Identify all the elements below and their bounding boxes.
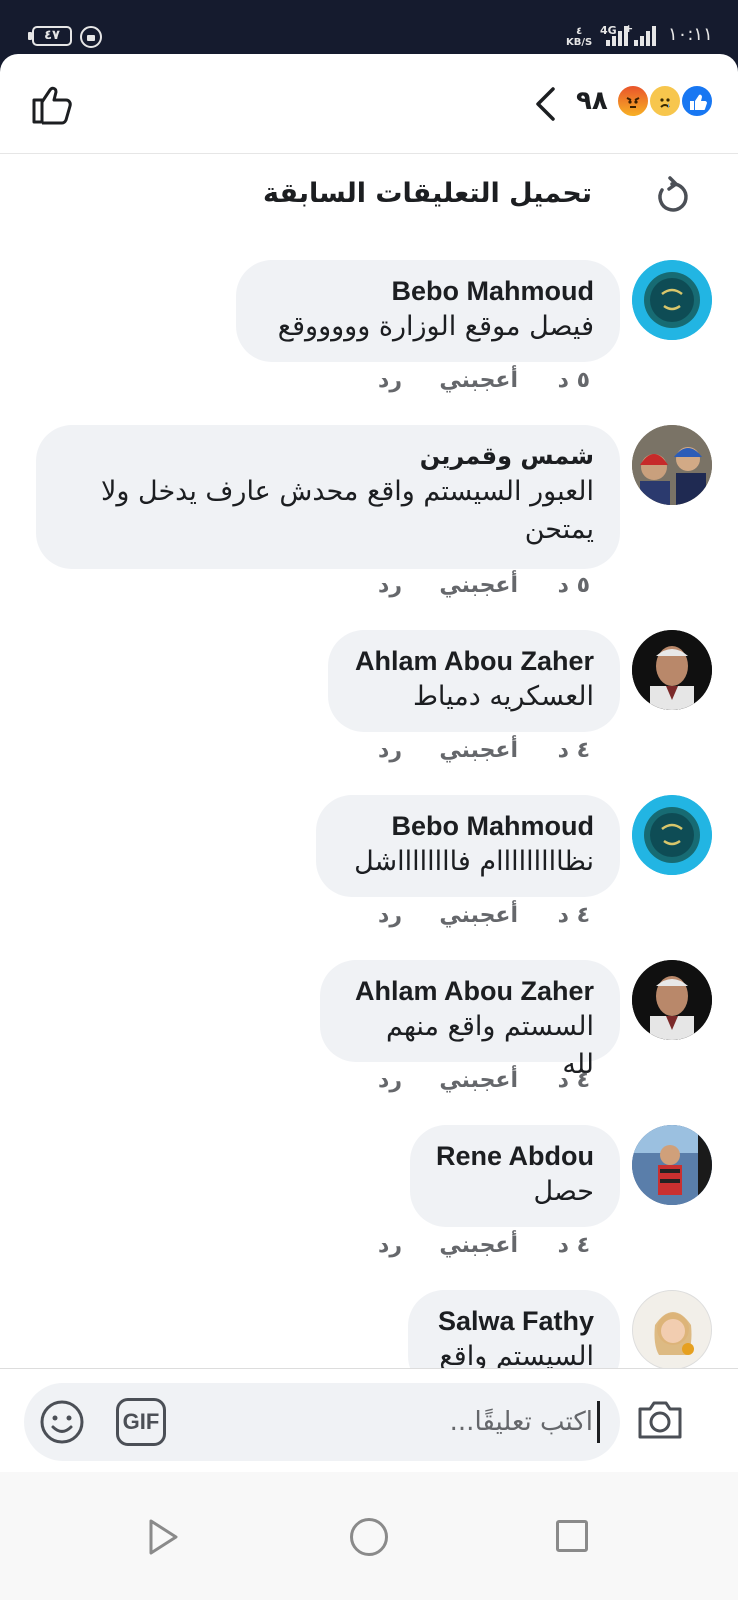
comment-actions: ٥ د أعجبني رد [364, 573, 590, 607]
like-outline-icon[interactable] [30, 82, 74, 126]
comment-text: العبور السيستم واقع محدش عارف يدخل ولا [100, 476, 594, 507]
avatar[interactable] [632, 795, 712, 875]
rotation-lock-icon [80, 26, 102, 48]
network-speed: ٤ KB/S [566, 26, 592, 48]
comment-bubble[interactable]: Ahlam Abou Zaher العسكريه دمياط [328, 630, 620, 732]
reload-icon[interactable] [652, 176, 692, 216]
load-previous-label[interactable]: تحميل التعليقات السابقة [263, 178, 592, 209]
network-speed-unit: KB/S [566, 37, 593, 48]
avatar[interactable] [632, 630, 712, 710]
comment-author[interactable]: شمس وقمرين [62, 439, 594, 473]
reaction-count[interactable]: ٩٨ [576, 86, 608, 116]
comment-author[interactable]: Bebo Mahmoud [342, 809, 595, 843]
angry-reaction-icon [616, 84, 650, 118]
comment-time: ٥ د [557, 368, 590, 393]
nav-home-icon[interactable] [350, 1518, 388, 1556]
comment-time: ٤ د [557, 738, 590, 763]
nav-back-icon[interactable] [146, 1518, 180, 1556]
comment-bubble[interactable]: Bebo Mahmoud فيصل موقع الوزارة وووووقع [236, 260, 620, 362]
comment-actions: ٤ د أعجبني رد [364, 738, 590, 772]
comment-author[interactable]: Salwa Fathy [434, 1304, 594, 1338]
signal-icon-2 [632, 24, 658, 46]
nav-recents-icon[interactable] [556, 1520, 588, 1552]
comment-text: العسكريه دمياط [412, 681, 594, 712]
battery-level: ٤٧ [44, 28, 60, 43]
comment-time: ٤ د [557, 903, 590, 928]
reply-button[interactable]: رد [378, 1233, 402, 1258]
avatar[interactable] [632, 1290, 712, 1368]
comment-text-line2: يمتحن [524, 514, 594, 545]
comment-author[interactable]: Ahlam Abou Zaher [354, 644, 594, 678]
comments-sheet: ٩٨ تحميل التعليقات السابقة Bebo Mahmoud … [0, 54, 738, 1600]
comment-time: ٤ د [557, 1068, 590, 1093]
battery-icon: ٤٧ [28, 26, 72, 46]
comment-time: ٤ د [557, 1233, 590, 1258]
comment-bubble[interactable]: شمس وقمرين العبور السيستم واقع محدش عارف… [36, 425, 620, 569]
avatar[interactable] [632, 260, 712, 340]
comment-bubble[interactable]: Rene Abdou حصل [410, 1125, 620, 1227]
like-button[interactable]: أعجبني [439, 573, 518, 598]
chevron-back-icon[interactable] [534, 86, 556, 122]
avatar[interactable] [632, 960, 712, 1040]
comment-text: حصل [533, 1176, 594, 1207]
comment-composer: GIF [0, 1368, 738, 1472]
like-button[interactable]: أعجبني [439, 738, 518, 763]
comment-actions: ٤ د أعجبني رد [364, 903, 590, 937]
comment-author[interactable]: Ahlam Abou Zaher [346, 974, 594, 1008]
like-reaction-icon [680, 84, 714, 118]
like-button[interactable]: أعجبني [439, 1068, 518, 1093]
camera-icon[interactable] [636, 1397, 684, 1441]
clock: ١٠:١١ [668, 24, 713, 45]
reply-button[interactable]: رد [378, 903, 402, 928]
gif-button[interactable]: GIF [116, 1398, 166, 1446]
network-speed-value: ٤ [576, 26, 583, 37]
comment-author[interactable]: Rene Abdou [436, 1139, 594, 1173]
comment-actions: ٥ د أعجبني رد [364, 368, 590, 402]
comment-actions: ٤ د أعجبني رد [364, 1068, 590, 1102]
comment-input[interactable] [180, 1401, 600, 1443]
like-button[interactable]: أعجبني [439, 1233, 518, 1258]
comment-author[interactable]: Bebo Mahmoud [262, 274, 595, 308]
reactions-header: ٩٨ [0, 54, 738, 154]
comment-actions: ٤ د أعجبني رد [364, 1233, 590, 1267]
avatar[interactable] [632, 425, 712, 505]
comment-time: ٥ د [557, 573, 590, 598]
avatar[interactable] [632, 1125, 712, 1205]
comment-bubble[interactable]: Salwa Fathy السيستم واقع [408, 1290, 620, 1368]
comment-bubble[interactable]: Ahlam Abou Zaher السستم واقع منهم لله [320, 960, 620, 1080]
reply-button[interactable]: رد [378, 368, 402, 393]
system-nav-bar [0, 1472, 738, 1600]
status-bar: ٤٧ ٤ KB/S 4G + ١٠:١١ [0, 0, 738, 56]
like-button[interactable]: أعجبني [439, 368, 518, 393]
emoji-icon[interactable] [38, 1398, 86, 1446]
comment-text: نظااااااااام فااااااااشل [354, 846, 594, 877]
comment-item: Salwa Fathy السيستم واقع [0, 1290, 738, 1368]
reply-button[interactable]: رد [378, 573, 402, 598]
composer-box: GIF [24, 1383, 620, 1461]
comment-text: فيصل موقع الوزارة وووووقع [277, 311, 594, 342]
like-button[interactable]: أعجبني [439, 903, 518, 928]
reply-button[interactable]: رد [378, 738, 402, 763]
reply-button[interactable]: رد [378, 1068, 402, 1093]
comment-text: السيستم واقع [439, 1341, 594, 1368]
comment-bubble[interactable]: Bebo Mahmoud نظااااااااام فااااااااشل [316, 795, 620, 897]
sad-reaction-icon [648, 84, 682, 118]
